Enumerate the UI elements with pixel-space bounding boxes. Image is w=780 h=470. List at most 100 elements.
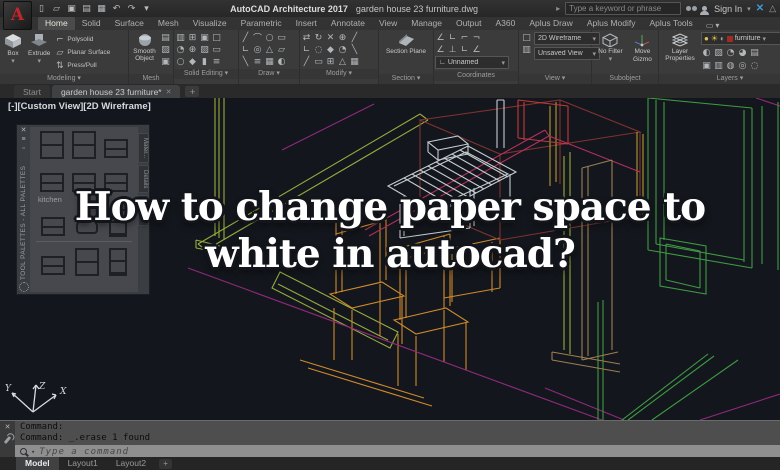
tool-icon[interactable]: ↶ [111,3,122,14]
ribbon-tab-annotate[interactable]: Annotate [324,17,372,30]
tool-icon[interactable]: ▣ [701,60,712,71]
tool-icon[interactable]: ↷ [126,3,137,14]
search-input[interactable]: Type a keyword or phrase [565,2,681,15]
smooth-object-button[interactable]: Smooth Object [131,32,158,63]
tool-icon[interactable]: ○ [264,32,275,43]
panel-title-view[interactable]: View ▾ [519,74,591,84]
ribbon-tab-output[interactable]: Output [449,17,489,30]
tool-icon[interactable]: ◐ [701,47,712,58]
new-drawing-button[interactable]: + [185,86,199,97]
ribbon-tab-aplus-modify[interactable]: Aplus Modify [580,17,643,30]
tool-icon[interactable]: ▣ [160,56,171,67]
panel-title-layers[interactable]: Layers ▾ [659,74,780,84]
tool-icon[interactable]: ╱ [240,32,251,43]
tool-icon[interactable]: ▯ [36,3,47,14]
tool-icon[interactable]: ▭ [276,32,287,43]
palette-item[interactable] [40,131,64,159]
exchange-apps-icon[interactable]: ✕ [756,3,764,14]
ribbon-tab-surface[interactable]: Surface [108,17,151,30]
tab-layout2[interactable]: Layout2 [107,457,155,470]
tool-icon[interactable]: ⊕ [187,44,198,55]
section-plane-button[interactable]: Section Plane [384,32,428,56]
close-icon[interactable]: ✕ [21,127,27,134]
tool-icon[interactable]: ⌐ [459,32,470,43]
ribbon-tab-parametric[interactable]: Parametric [234,17,289,30]
file-tab-document[interactable]: garden house 23 furniture* ✕ [52,85,181,98]
tool-icon[interactable]: ◐ [276,56,287,67]
tool-icon[interactable]: ◆ [325,44,336,55]
tool-icon[interactable]: ▱ [51,3,62,14]
tool-icon[interactable]: ↻ [313,32,324,43]
box-button[interactable]: Box ▾ [2,32,24,66]
tool-icon[interactable]: ▨ [160,44,171,55]
tool-icon[interactable]: ◎ [252,44,263,55]
tool-icon[interactable]: ◆ [187,56,198,67]
tool-icon[interactable]: ⌒ [252,32,263,43]
app-menu-button[interactable]: A [3,1,32,30]
tool-icon[interactable]: ⊥ [447,44,458,55]
tool-icon[interactable]: ▱ [276,44,287,55]
tool-icon[interactable]: ▤ [749,47,760,58]
tool-icon[interactable]: ≡ [252,56,263,67]
tool-icon[interactable]: ◔ [175,44,186,55]
panel-title-subobject[interactable]: Subobject [592,74,658,84]
layer-thaw-icon[interactable]: ☀ [711,34,718,43]
palette-tab-materials[interactable]: Mater... [138,133,149,163]
close-icon[interactable]: ✕ [166,88,172,96]
layer-dropdown[interactable]: ● ☀ ◐ furniture ▾ [701,32,780,45]
ribbon-tab-aplus-draw[interactable]: Aplus Draw [522,17,579,30]
ribbon-tab-solid[interactable]: Solid [75,17,108,30]
tool-icon[interactable]: ▮ [199,56,210,67]
tool-icon[interactable]: ╱ [301,56,312,67]
tool-icon[interactable]: □ [521,32,532,43]
tab-layout1[interactable]: Layout1 [59,457,107,470]
tool-icon[interactable]: ▭ [313,56,324,67]
tool-icon[interactable]: ∟ [240,44,251,55]
tool-icon[interactable]: ∠ [471,44,482,55]
properties-icon[interactable]: ▫ [22,145,24,152]
tool-icon[interactable]: ○ [175,56,186,67]
tab-model[interactable]: Model [16,457,59,470]
ribbon-tab-mesh[interactable]: Mesh [151,17,186,30]
tool-icon[interactable]: ▥ [521,44,532,55]
ribbon-tab-view[interactable]: View [372,17,404,30]
tool-icon[interactable]: ╲ [349,44,360,55]
presspull-button[interactable]: ⇅ Press/Pull [54,60,110,71]
tool-icon[interactable]: ⊞ [325,56,336,67]
panel-title-draw[interactable]: Draw ▾ [239,69,299,79]
tool-icon[interactable]: ∟ [447,32,458,43]
ribbon-tab-visualize[interactable]: Visualize [186,17,234,30]
tool-icon[interactable]: ▦ [349,56,360,67]
panel-title-section[interactable]: Section ▾ [379,74,433,84]
tool-icon[interactable]: ◕ [737,47,748,58]
polysolid-button[interactable]: ⌐ Polysolid [54,34,110,45]
wrench-icon[interactable] [4,436,11,444]
extrude-button[interactable]: Extrude ▾ [26,32,52,66]
tool-icon[interactable]: ⊕ [337,32,348,43]
panel-title-mesh[interactable]: Mesh [129,74,173,84]
tool-icon[interactable]: ▾ [141,3,152,14]
tool-icon[interactable]: ∟ [459,44,470,55]
layer-on-icon[interactable]: ● [704,34,709,43]
tool-icon[interactable]: ╱ [349,32,360,43]
no-filter-button[interactable]: No Filter ▾ [596,32,625,64]
sign-in-caret-icon[interactable]: ▾ [747,5,751,13]
planar-surface-button[interactable]: ▱ Planar Surface [54,47,110,58]
tool-icon[interactable]: ▣ [199,32,210,43]
tool-icon[interactable]: ▦ [264,56,275,67]
tool-icon[interactable]: ◎ [737,60,748,71]
tool-icon[interactable]: ▨ [713,47,724,58]
tool-icon[interactable]: ▥ [175,32,186,43]
visual-style-dropdown[interactable]: 2D Wireframe ▾ [534,32,600,45]
ribbon-media-tab[interactable]: ▭ ▾ [700,21,726,30]
recent-commands-icon[interactable] [20,448,27,455]
search-expand-icon[interactable]: ▸ [556,4,560,13]
tool-icon[interactable]: ╲ [240,56,251,67]
layer-properties-button[interactable]: Layer Properties [661,32,699,63]
sign-in-button[interactable]: Sign In [714,4,742,14]
tool-icon[interactable]: □ [211,32,222,43]
panel-title-modify[interactable]: Modify ▾ [300,69,378,79]
tool-icon[interactable]: ◌ [749,60,760,71]
tool-icon[interactable]: ▭ [211,44,222,55]
tool-icon[interactable]: ◌ [313,44,324,55]
